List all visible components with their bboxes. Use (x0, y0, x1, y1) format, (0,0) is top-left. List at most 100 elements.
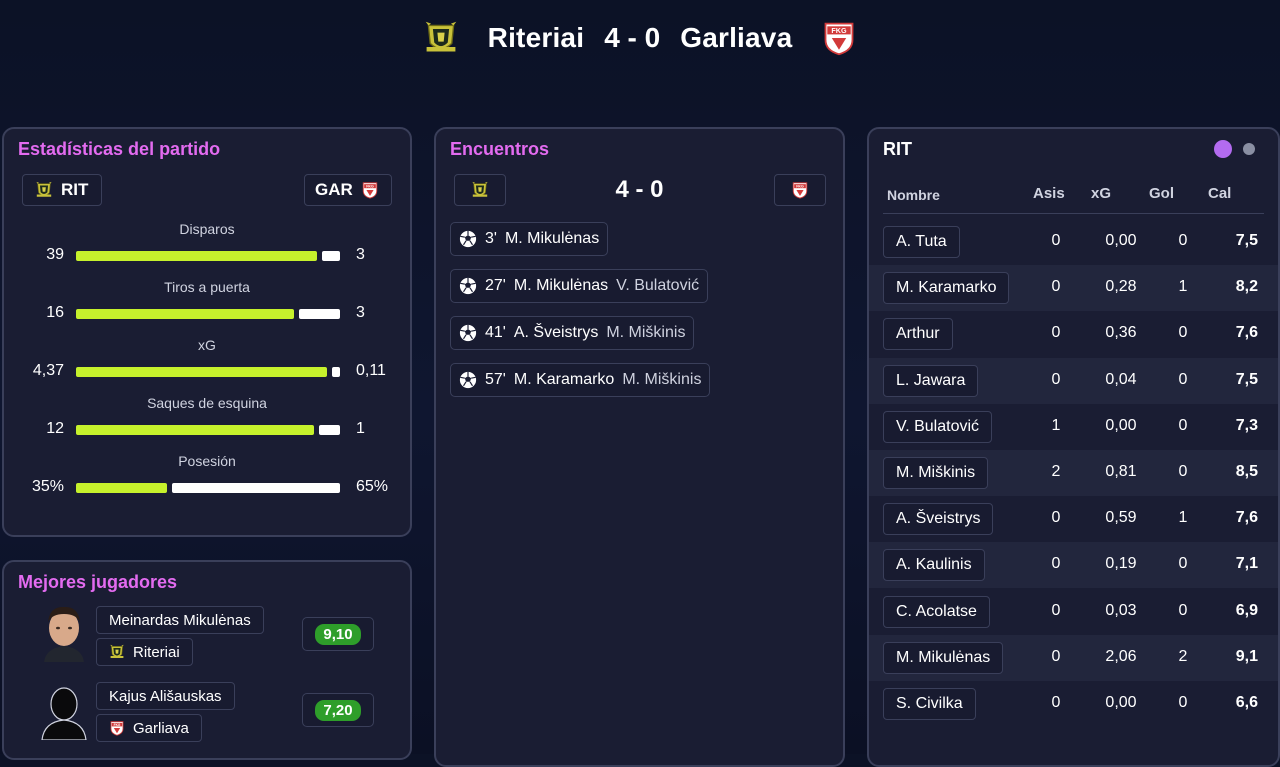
player-xg: 0,19 (1105, 555, 1137, 573)
team-toggle-active-dot[interactable] (1214, 140, 1232, 158)
goal-event[interactable]: 41' A. Šveistrys M. Miškinis (450, 316, 695, 350)
player-row[interactable]: A. Kaulinis 0 0,19 0 7,1 (869, 542, 1278, 589)
stat-away-bar (332, 367, 340, 377)
best-player-name-chip: Kajus Ališauskas (96, 682, 235, 710)
player-name-chip[interactable]: C. Acolatse (883, 595, 990, 628)
player-assists: 0 (1051, 601, 1061, 619)
player-rating: 8,5 (1235, 463, 1258, 480)
home-abbr: RIT (61, 180, 89, 199)
player-name-chip[interactable]: A. Kaulinis (883, 549, 985, 582)
soccer-ball-icon (459, 230, 477, 248)
player-row[interactable]: M. Karamarko 0 0,28 1 8,2 (869, 265, 1278, 312)
player-assists: 0 (1051, 509, 1061, 527)
player-name-chip[interactable]: A. Tuta (883, 226, 960, 258)
player-assists: 0 (1051, 370, 1061, 388)
player-rating: 7,5 (1235, 370, 1258, 388)
player-name-chip[interactable]: V. Bulatović (883, 410, 993, 443)
goal-assist: M. Miškinis (606, 324, 686, 341)
player-row[interactable]: A. Tuta 0 0,00 0 7,5 (869, 219, 1278, 265)
player-name: A. Šveistrys (896, 510, 981, 528)
col-header-rating[interactable]: Cal (1208, 185, 1231, 202)
col-header-name[interactable]: Nombre (887, 187, 940, 203)
goal-event[interactable]: 27' M. Mikulėnas V. Bulatović (450, 269, 709, 303)
best-player-team-chip: Riteriai (96, 638, 193, 666)
player-assists: 0 (1051, 232, 1061, 249)
stat-home-value: 35% (31, 478, 64, 495)
player-goals: 0 (1178, 601, 1188, 619)
best-players-title: Mejores jugadores (18, 572, 178, 592)
stat-away-value: 65% (356, 478, 389, 495)
player-avatar-silhouette (38, 682, 90, 741)
player-name: M. Miškinis (896, 464, 976, 481)
player-row[interactable]: L. Jawara 0 0,04 0 7,5 (869, 357, 1278, 404)
player-goals: 0 (1178, 555, 1188, 573)
player-rating: 8,2 (1235, 278, 1258, 296)
riteriai-crest-icon (109, 644, 125, 660)
player-rating: 7,1 (1235, 555, 1258, 573)
player-assists: 0 (1051, 555, 1061, 573)
encounters-away-crest-chip (774, 174, 826, 206)
player-assists: 0 (1051, 278, 1061, 296)
col-header-goals[interactable]: Gol (1149, 185, 1174, 202)
player-name: Arthur (896, 325, 940, 343)
player-name: V. Bulatović (896, 417, 980, 435)
stat-home-bar (76, 425, 314, 435)
garliava-crest-icon (791, 181, 809, 199)
player-name: A. Kaulinis (896, 556, 972, 574)
player-row[interactable]: Arthur 0 0,36 0 7,6 (869, 311, 1278, 357)
player-rating: 9,1 (1235, 647, 1258, 665)
player-name-chip[interactable]: M. Miškinis (883, 457, 989, 489)
encounters-title: Encuentros (450, 139, 550, 159)
col-header-xg[interactable]: xG (1091, 185, 1111, 202)
best-player-team: Riteriai (133, 643, 180, 661)
player-assists: 0 (1051, 324, 1061, 342)
stat-label: Tiros a puerta (164, 279, 250, 295)
player-name: M. Mikulėnas (896, 648, 991, 666)
stat-home-value: 16 (46, 304, 64, 321)
match-scoreboard: Riteriai 4 - 0 Garliava (0, 14, 1280, 62)
stat-row: 12 1 (4, 420, 410, 440)
player-row[interactable]: C. Acolatse 0 0,03 0 6,9 (869, 589, 1278, 635)
player-name-chip[interactable]: M. Mikulėnas (883, 641, 1004, 674)
player-row[interactable]: S. Civilka 0 0,00 0 6,6 (869, 681, 1278, 727)
player-xg: 0,04 (1105, 370, 1137, 388)
player-name-chip[interactable]: Arthur (883, 318, 953, 351)
goal-scorer: A. Šveistrys (513, 324, 599, 341)
player-rating: 7,3 (1235, 416, 1258, 434)
player-name-chip[interactable]: L. Jawara (883, 364, 979, 397)
goal-minute: 27' (485, 277, 506, 294)
garliava-crest-icon (109, 720, 125, 736)
player-rating: 7,5 (1235, 232, 1258, 249)
col-header-assists[interactable]: Asis (1033, 185, 1065, 202)
match-score: 4 - 0 (604, 22, 661, 53)
player-row[interactable]: M. Miškinis 2 0,81 0 8,5 (869, 450, 1278, 496)
player-assists: 1 (1051, 416, 1061, 434)
stat-row: 16 3 (4, 304, 410, 324)
best-player-name: Kajus Ališauskas (109, 687, 222, 705)
player-name: C. Acolatse (896, 602, 977, 620)
stat-away-value: 3 (356, 246, 365, 263)
team-toggle-inactive-dot[interactable] (1243, 143, 1255, 155)
garliava-crest-icon (820, 19, 858, 57)
stat-home-bar (76, 251, 317, 261)
player-name-chip[interactable]: M. Karamarko (883, 272, 1010, 305)
player-goals: 0 (1178, 370, 1188, 388)
player-name-chip[interactable]: A. Šveistrys (883, 503, 994, 536)
player-row[interactable]: A. Šveistrys 0 0,59 1 7,6 (869, 496, 1278, 542)
best-player-name: Meinardas Mikulėnas (109, 611, 251, 629)
match-stats-panel: Estadísticas del partido RIT GAR Disparo… (2, 127, 412, 537)
goal-minute: 3' (485, 230, 497, 247)
player-assists: 2 (1051, 463, 1061, 480)
goal-assist: M. Miškinis (622, 371, 702, 388)
player-assists: 0 (1051, 694, 1061, 711)
player-row[interactable]: M. Mikulėnas 0 2,06 2 9,1 (869, 634, 1278, 681)
goal-event[interactable]: 57' M. Karamarko M. Miškinis (450, 363, 711, 397)
best-player-team-chip: Garliava (96, 714, 202, 742)
soccer-ball-icon (459, 277, 477, 295)
player-row[interactable]: V. Bulatović 1 0,00 0 7,3 (869, 404, 1278, 450)
stat-home-bar (76, 367, 327, 377)
player-xg: 0,00 (1105, 232, 1137, 249)
goal-event[interactable]: 3' M. Mikulėnas (450, 222, 609, 256)
player-name-chip[interactable]: S. Civilka (883, 688, 976, 720)
stat-away-bar (322, 251, 340, 261)
